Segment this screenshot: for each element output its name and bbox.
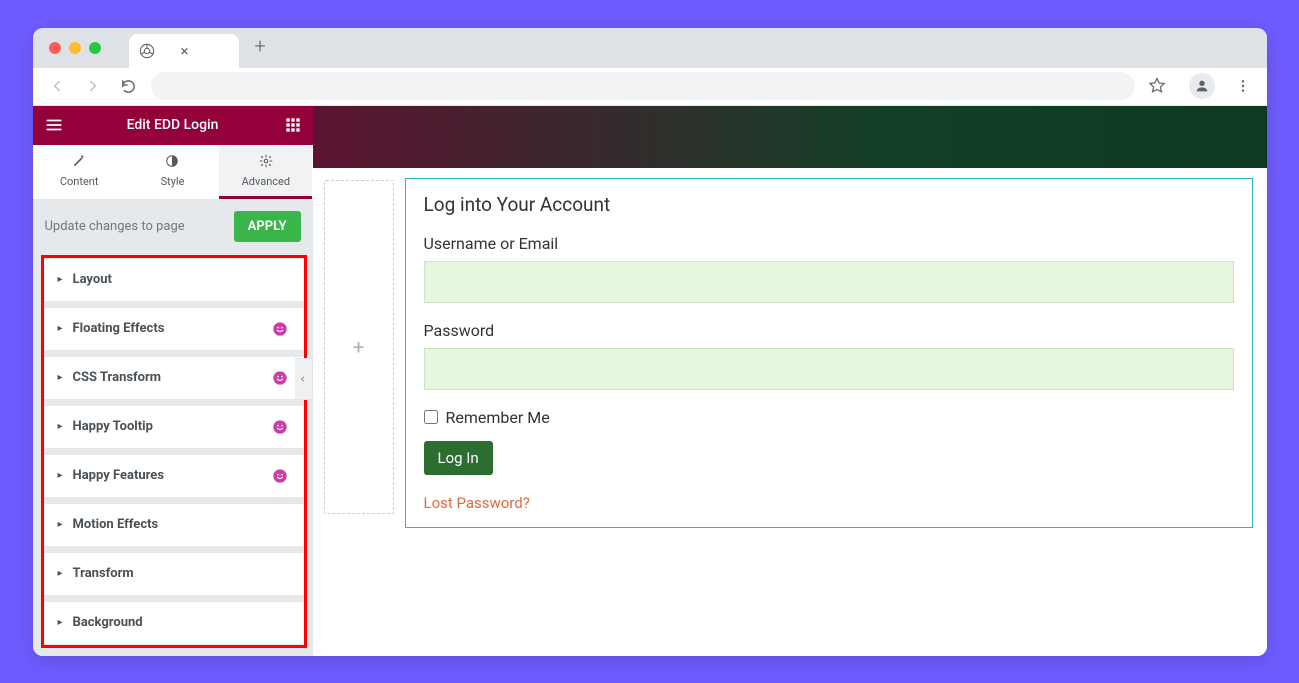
caret-right-icon: ▸ <box>58 323 63 334</box>
sidebar-title: Edit EDD Login <box>127 117 219 133</box>
login-widget: Log into Your Account Username or Email … <box>405 178 1253 528</box>
browser-tab-bar: × + <box>33 28 1267 68</box>
window-minimize-icon[interactable] <box>69 42 81 54</box>
bookmark-star-icon[interactable] <box>1143 72 1171 100</box>
tab-label: Content <box>60 175 99 188</box>
kebab-menu-icon[interactable] <box>1229 72 1257 100</box>
section-item[interactable]: ▸ Background <box>44 602 304 644</box>
main-area: + Log into Your Account Username or Emai… <box>313 106 1267 656</box>
pencil-icon <box>72 154 86 172</box>
tab-advanced[interactable]: Advanced <box>219 145 312 199</box>
sidebar-header: Edit EDD Login <box>33 106 313 146</box>
section-item[interactable]: ▸ CSS Transform <box>44 357 304 399</box>
remember-checkbox[interactable] <box>424 410 438 424</box>
new-tab-button[interactable]: + <box>255 34 266 58</box>
update-row: Update changes to page APPLY <box>33 199 313 255</box>
apps-grid-icon[interactable] <box>285 117 301 133</box>
section-item[interactable]: ▸ Layout <box>44 259 304 301</box>
section-item[interactable]: ▸ Floating Effects <box>44 308 304 350</box>
section-label: CSS Transform <box>73 370 262 385</box>
caret-right-icon: ▸ <box>58 470 63 481</box>
section-item[interactable]: ▸ Motion Effects <box>44 504 304 546</box>
username-label: Username or Email <box>424 234 1234 253</box>
browser-tab[interactable]: × <box>129 34 239 68</box>
remember-label: Remember Me <box>446 408 550 427</box>
caret-right-icon: ▸ <box>58 568 63 579</box>
password-group: Password <box>424 321 1234 390</box>
contrast-icon <box>165 154 179 172</box>
happy-badge-icon <box>272 370 288 386</box>
caret-right-icon: ▸ <box>58 617 63 628</box>
caret-right-icon: ▸ <box>58 372 63 383</box>
tab-label: Advanced <box>242 175 290 188</box>
forward-icon[interactable] <box>79 72 107 100</box>
window-buttons <box>49 42 101 54</box>
tab-content[interactable]: Content <box>33 145 126 199</box>
section-item[interactable]: ▸ Happy Features <box>44 455 304 497</box>
section-label: Floating Effects <box>73 321 262 336</box>
lost-password-link[interactable]: Lost Password? <box>424 494 530 512</box>
apply-button[interactable]: APPLY <box>234 211 301 242</box>
add-section-dropzone[interactable]: + <box>324 180 394 514</box>
section-item[interactable]: ▸ Transform <box>44 553 304 595</box>
happy-badge-icon <box>272 468 288 484</box>
section-label: Background <box>73 615 288 630</box>
back-icon[interactable] <box>43 72 71 100</box>
remember-row: Remember Me <box>424 408 1234 427</box>
section-label: Layout <box>73 272 288 287</box>
sections-list: ▸ Layout ▸ Floating Effects ▸ CSS Transform ▸ H… <box>41 255 307 648</box>
login-button[interactable]: Log In <box>424 441 493 475</box>
window-close-icon[interactable] <box>49 42 61 54</box>
address-bar <box>33 68 1267 106</box>
reload-icon[interactable] <box>115 72 143 100</box>
page-banner <box>313 106 1267 168</box>
username-input[interactable] <box>424 261 1234 303</box>
section-item[interactable]: ▸ Happy Tooltip <box>44 406 304 448</box>
window-maximize-icon[interactable] <box>89 42 101 54</box>
tab-style[interactable]: Style <box>126 145 219 199</box>
section-label: Transform <box>73 566 288 581</box>
section-label: Motion Effects <box>73 517 288 532</box>
username-group: Username or Email <box>424 234 1234 303</box>
gear-icon <box>259 154 273 172</box>
address-input[interactable] <box>151 72 1135 100</box>
profile-avatar-icon[interactable] <box>1189 73 1215 99</box>
happy-badge-icon <box>272 321 288 337</box>
tab-close-icon[interactable]: × <box>181 42 189 60</box>
sidebar-tabs: Content Style Advanced <box>33 145 313 199</box>
happy-badge-icon <box>272 419 288 435</box>
section-label: Happy Tooltip <box>73 419 262 434</box>
password-input[interactable] <box>424 348 1234 390</box>
update-text: Update changes to page <box>45 219 185 234</box>
login-title: Log into Your Account <box>424 193 1234 216</box>
caret-right-icon: ▸ <box>58 519 63 530</box>
tab-label: Style <box>161 175 185 188</box>
caret-right-icon: ▸ <box>58 421 63 432</box>
caret-right-icon: ▸ <box>58 274 63 285</box>
app-area: Edit EDD Login Content Style Advanced <box>33 106 1267 656</box>
content-area: + Log into Your Account Username or Emai… <box>313 168 1267 656</box>
section-label: Happy Features <box>73 468 262 483</box>
hamburger-icon[interactable] <box>45 116 63 134</box>
password-label: Password <box>424 321 1234 340</box>
chrome-icon <box>139 43 155 59</box>
drop-column: + <box>313 168 405 656</box>
panel-collapse-button[interactable] <box>295 358 313 400</box>
plus-icon: + <box>353 335 364 359</box>
browser-window: × + Edit EDD Login Conte <box>33 28 1267 656</box>
sidebar: Edit EDD Login Content Style Advanced <box>33 106 313 656</box>
